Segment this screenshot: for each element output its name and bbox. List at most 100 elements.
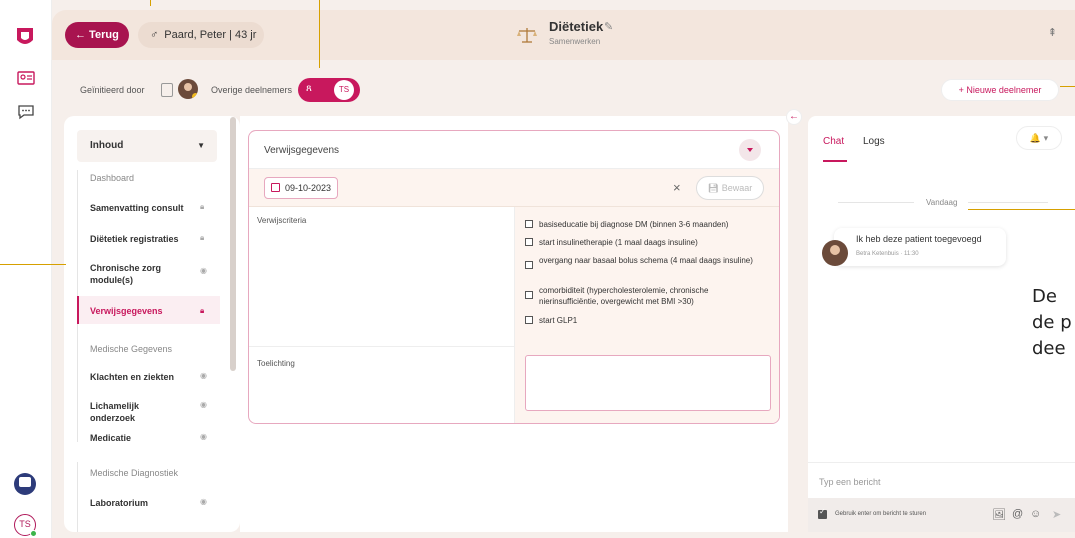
- participants-toggle[interactable]: ጸ TS: [298, 78, 360, 102]
- note-textarea[interactable]: [525, 355, 771, 411]
- emoji-icon[interactable]: ☺: [1030, 508, 1041, 520]
- eye-icon: ◉: [200, 371, 207, 380]
- criteria-option-label: overgang naar basaal bolus schema (4 maa…: [539, 256, 753, 265]
- page-title-group: Diëtetiek ✎ Samenwerken: [516, 16, 676, 52]
- initiator-avatar[interactable]: [178, 79, 198, 99]
- other-participants-label: Overige deelnemers: [211, 85, 293, 95]
- group-icon: ጸ: [306, 83, 312, 94]
- sender-avatar: [822, 240, 848, 266]
- nav-item-klachten[interactable]: Klachten en ziekten: [90, 371, 186, 383]
- date-value: 09-10-2023: [285, 183, 332, 193]
- criteria-checkbox[interactable]: basiseducatie bij diagnose DM (binnen 3-…: [525, 219, 765, 230]
- contact-card-icon[interactable]: [16, 68, 36, 88]
- note-cell: [514, 347, 779, 423]
- nav-scrollbar[interactable]: [230, 117, 236, 371]
- referral-card: Verwijsgegevens 09-10-2023 × 💾︎ Bewaar V…: [248, 130, 780, 424]
- scale-icon: [517, 28, 537, 43]
- card-toolbar: 09-10-2023 × 💾︎ Bewaar: [249, 169, 779, 207]
- nav-item-lichamelijk-onderzoek[interactable]: Lichamelijk onderzoek: [90, 400, 186, 424]
- help-button[interactable]: [14, 473, 36, 495]
- content-dropdown[interactable]: Inhoud ▼: [77, 130, 217, 162]
- callout-line: [1060, 86, 1075, 87]
- new-participant-button[interactable]: + Nieuwe deelnemer: [941, 79, 1059, 101]
- tab-chat[interactable]: Chat: [823, 136, 844, 147]
- chat-options: Gebruik enter om bericht te sturen 🖼︎ @ …: [808, 498, 1075, 532]
- nav-item-verwijsgegevens[interactable]: Verwijsgegevens: [90, 306, 163, 316]
- eye-icon: ◉: [200, 266, 207, 275]
- section-title: Medische Gegevens: [90, 344, 173, 354]
- app-window: TS ← Terug ♂ Paard, Peter | 43 jr Diëteti…: [0, 0, 1075, 538]
- annotation-text: De: [1032, 286, 1057, 307]
- back-button[interactable]: ← Terug: [65, 22, 129, 48]
- chat-bubble-icon[interactable]: [16, 102, 36, 122]
- annotation-text: de p: [1032, 312, 1072, 333]
- image-icon[interactable]: 🖼︎: [992, 508, 1006, 521]
- eye-icon: ◉: [200, 400, 207, 409]
- calendar-icon: [271, 183, 280, 192]
- document-icon: [161, 83, 173, 97]
- collapse-chat-icon[interactable]: ←: [786, 109, 802, 125]
- save-button[interactable]: 💾︎ Bewaar: [696, 176, 764, 200]
- pencil-icon[interactable]: ✎: [604, 20, 613, 33]
- criteria-checkbox[interactable]: start insulinetherapie (1 maal daags ins…: [525, 237, 765, 248]
- callout-line: [0, 264, 66, 265]
- criteria-row: Verwijscriteria basiseducatie bij diagno…: [249, 207, 779, 347]
- criteria-checkbox[interactable]: start GLP1: [525, 315, 765, 326]
- card-title: Verwijsgegevens: [264, 145, 340, 156]
- user-avatar[interactable]: TS: [14, 514, 37, 537]
- help-icon: [19, 477, 31, 487]
- card-header[interactable]: Verwijsgegevens: [249, 131, 779, 169]
- annotation-text: dee: [1032, 338, 1066, 359]
- content-nav: Inhoud ▼ Dashboard Samenvatting consult 🔒…: [64, 116, 240, 532]
- nav-item-samenvatting[interactable]: Samenvatting consult: [90, 202, 186, 214]
- message-placeholder: Typ een bericht: [819, 477, 881, 487]
- patient-pill[interactable]: ♂ Paard, Peter | 43 jr: [138, 22, 264, 48]
- eye-icon: ◉: [200, 432, 207, 441]
- criteria-option-label: comorbiditeit (hypercholesterolemie, chr…: [539, 286, 709, 306]
- active-tab-indicator: [823, 160, 847, 162]
- callout-line: [319, 0, 320, 68]
- lock-icon: 🔒︎: [200, 306, 205, 315]
- nav-item-laboratorium[interactable]: Laboratorium: [90, 497, 186, 509]
- content-area: Verwijsgegevens 09-10-2023 × 💾︎ Bewaar V…: [240, 116, 788, 532]
- initiated-by-label: Geïnitieerd door: [80, 85, 145, 95]
- section-title: Medische Diagnostiek: [90, 468, 179, 478]
- save-label: Bewaar: [721, 183, 753, 193]
- close-icon[interactable]: ×: [673, 180, 681, 195]
- date-field[interactable]: 09-10-2023: [264, 177, 338, 199]
- pin-icon[interactable]: ⇞: [1048, 26, 1057, 39]
- at-icon[interactable]: @: [1012, 508, 1023, 520]
- callout-line: [150, 0, 151, 6]
- chat-message: Ik heb deze patient toegevoegd Betra Ket…: [834, 228, 1006, 266]
- note-row: Toelichting: [249, 347, 779, 423]
- top-bar: ← Terug ♂ Paard, Peter | 43 jr Diëtetiek …: [52, 10, 1075, 60]
- caret-down-icon: ▼: [197, 141, 205, 150]
- patient-name: Paard, Peter | 43 jr: [164, 29, 257, 41]
- day-separator: Vandaag: [926, 198, 958, 207]
- sex-icon: ♂: [150, 29, 159, 41]
- message-input[interactable]: Typ een bericht: [808, 462, 1075, 498]
- send-icon[interactable]: ➤: [1052, 508, 1061, 521]
- enter-to-send-checkbox[interactable]: [818, 507, 827, 519]
- collapse-card-button[interactable]: [739, 139, 761, 161]
- app-logo-icon[interactable]: [15, 26, 35, 48]
- eye-icon: ◉: [200, 497, 207, 506]
- criteria-option-label: start GLP1: [539, 316, 578, 325]
- criteria-checkbox[interactable]: comorbiditeit (hypercholesterolemie, chr…: [525, 285, 765, 307]
- caret-down-icon: [747, 148, 753, 152]
- notification-bell-icon[interactable]: 🔔 ▾: [1016, 126, 1062, 150]
- criteria-option-label: basiseducatie bij diagnose DM (binnen 3-…: [539, 220, 729, 229]
- section-divider: [77, 462, 78, 532]
- divider: [838, 202, 914, 203]
- page-subtitle: Samenwerken: [549, 37, 601, 46]
- app-rail: TS: [0, 0, 52, 538]
- criteria-checkbox[interactable]: overgang naar basaal bolus schema (4 maa…: [525, 255, 765, 269]
- tab-logs[interactable]: Logs: [863, 136, 885, 147]
- nav-item-chronische-zorg[interactable]: Chronische zorg module(s): [90, 262, 186, 286]
- nav-item-medicatie[interactable]: Medicatie: [90, 432, 186, 444]
- nav-item-dietetiek-registraties[interactable]: Diëtetiek registraties: [90, 233, 186, 245]
- criteria-label: Verwijscriteria: [257, 216, 307, 225]
- page-title: Diëtetiek: [549, 19, 604, 34]
- participant-avatar: TS: [334, 80, 354, 100]
- lock-icon: 🔒︎: [200, 202, 205, 211]
